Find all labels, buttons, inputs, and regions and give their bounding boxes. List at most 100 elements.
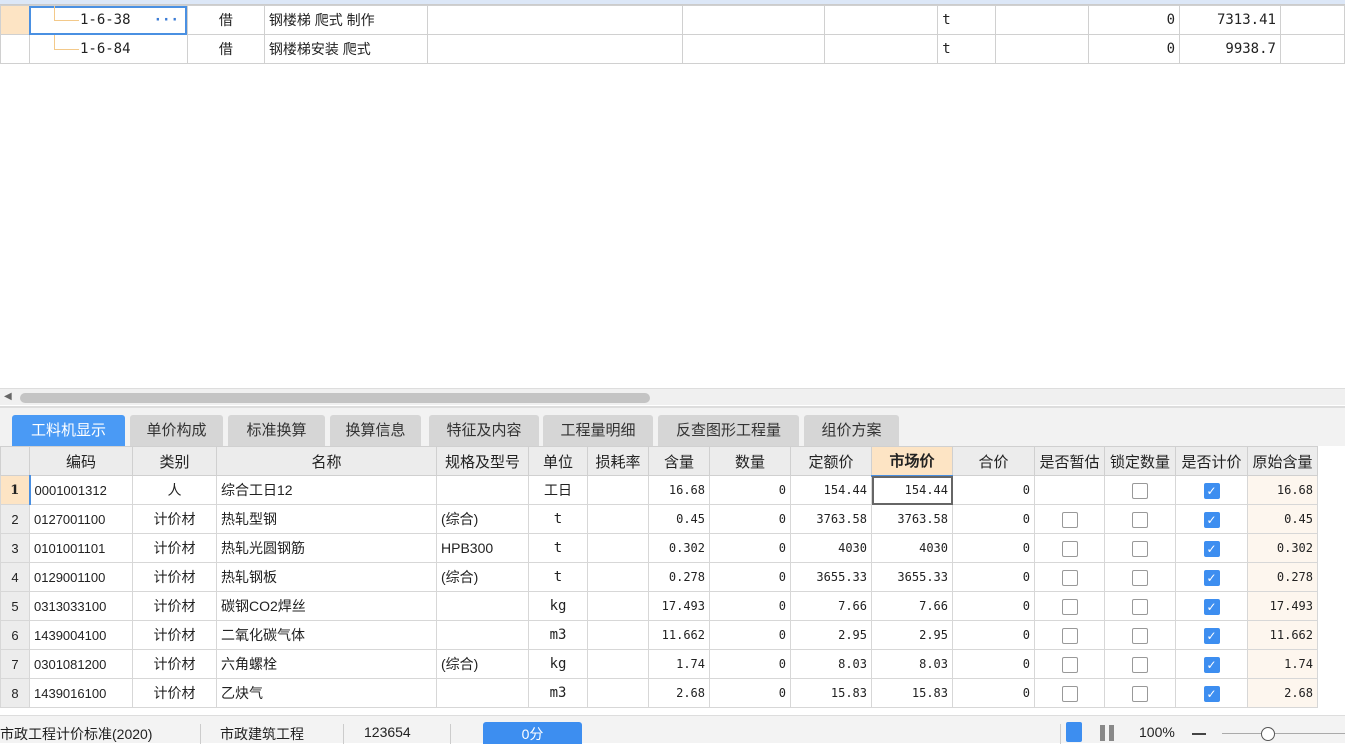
total-price[interactable]: 0 [952, 678, 1035, 708]
resource-unit[interactable]: m3 [528, 678, 588, 708]
zoom-slider-thumb[interactable] [1261, 727, 1275, 741]
resource-code[interactable]: 0127001100 [29, 504, 133, 534]
checkbox-cell[interactable] [1034, 504, 1105, 534]
row-indicator[interactable] [0, 34, 30, 64]
resource-row[interactable]: 4 0129001100 计价材 热轧钢板 (综合) t 0.278 0 3655.33 3655… [0, 562, 1318, 592]
original-content[interactable]: 16.68 [1247, 475, 1318, 505]
column-header[interactable]: 损耗率 [587, 446, 649, 476]
market-price[interactable]: 15.83 [871, 678, 953, 708]
resource-name[interactable]: 热轧型钢 [216, 504, 437, 534]
loss-rate[interactable] [587, 678, 649, 708]
column-header[interactable]: 市场价 [871, 446, 953, 477]
item-code-cell[interactable]: 1-6-84 [28, 34, 188, 64]
item-name[interactable]: 钢楼梯 爬式 制作 [263, 5, 428, 35]
resource-code[interactable]: 0001001312 [28, 475, 133, 505]
checkbox-cell[interactable]: ✓ [1175, 649, 1248, 679]
resource-spec[interactable] [436, 591, 529, 621]
column-header[interactable]: 原始含量 [1247, 446, 1318, 476]
checkbox-cell[interactable]: ✓ [1175, 620, 1248, 650]
resource-spec[interactable]: (综合) [436, 504, 529, 534]
resource-unit[interactable]: t [528, 562, 588, 592]
checkbox-checked[interactable]: ✓ [1203, 656, 1220, 673]
quota-price[interactable]: 8.03 [790, 649, 872, 679]
checkbox-unchecked[interactable] [1061, 598, 1078, 615]
zoom-slider[interactable] [1222, 733, 1345, 734]
column-header[interactable]: 锁定数量 [1104, 446, 1176, 476]
column-header[interactable]: 定额价 [790, 446, 872, 476]
resource-name[interactable]: 六角螺栓 [216, 649, 437, 679]
checkbox-cell[interactable] [1034, 475, 1105, 505]
original-content[interactable]: 0.45 [1247, 504, 1318, 534]
item-name[interactable]: 钢楼梯安装 爬式 [263, 34, 428, 64]
resource-row[interactable]: 5 0313033100 计价材 碳钢CO2焊丝 kg 17.493 0 7.66 7.66 0 ✓… [0, 591, 1318, 621]
resource-category[interactable]: 计价材 [132, 504, 217, 534]
empty-cell[interactable] [1279, 34, 1345, 64]
quantity[interactable]: 0 [709, 533, 791, 563]
checkbox-unchecked[interactable] [1061, 656, 1078, 673]
checkbox-checked[interactable]: ✓ [1203, 685, 1220, 702]
item-price[interactable]: 9938.7 [1179, 34, 1281, 64]
row-number[interactable]: 6 [0, 620, 30, 650]
resource-category[interactable]: 计价材 [132, 649, 217, 679]
total-price[interactable]: 0 [952, 475, 1035, 505]
tab-1[interactable]: 工料机显示 [12, 415, 125, 446]
checkbox-checked[interactable]: ✓ [1203, 598, 1220, 615]
row-number[interactable]: 4 [0, 562, 30, 592]
resource-spec[interactable] [436, 620, 529, 650]
resource-row[interactable]: 8 1439016100 计价材 乙炔气 m3 2.68 0 15.83 15.83 0 ✓ 2.68 [0, 678, 1318, 708]
loss-rate[interactable] [587, 591, 649, 621]
loss-rate[interactable] [587, 504, 649, 534]
checkbox-cell[interactable] [1034, 649, 1105, 679]
checkbox-unchecked[interactable] [1061, 511, 1078, 528]
tab-4[interactable]: 换算信息 [330, 415, 421, 446]
tab-7[interactable]: 反查图形工程量 [658, 415, 799, 446]
resource-unit[interactable]: t [528, 504, 588, 534]
loss-rate[interactable] [587, 562, 649, 592]
market-price[interactable]: 154.44 [871, 475, 953, 505]
row-number[interactable]: 2 [0, 504, 30, 534]
checkbox-unchecked[interactable] [1132, 656, 1148, 673]
checkbox-cell[interactable]: ✓ [1175, 562, 1248, 592]
row-indicator[interactable] [0, 5, 30, 35]
content[interactable]: 0.278 [648, 562, 710, 592]
empty-cell[interactable] [824, 5, 939, 35]
total-price[interactable]: 0 [952, 562, 1035, 592]
split-view-icon[interactable] [1100, 725, 1114, 741]
tab-3[interactable]: 标准换算 [228, 415, 325, 446]
checkbox-unchecked[interactable] [1061, 569, 1078, 586]
quantity[interactable]: 0 [709, 620, 791, 650]
resource-name[interactable]: 乙炔气 [216, 678, 437, 708]
column-header[interactable]: 含量 [648, 446, 710, 476]
column-header[interactable]: 是否暂估 [1034, 446, 1105, 476]
zoom-out-icon[interactable] [1192, 733, 1206, 735]
row-number[interactable]: 3 [0, 533, 30, 563]
row-number[interactable]: 7 [0, 649, 30, 679]
resource-name[interactable]: 碳钢CO2焊丝 [216, 591, 437, 621]
row-number[interactable]: 1 [0, 475, 30, 505]
checkbox-checked[interactable]: ✓ [1203, 627, 1220, 644]
tab-2[interactable]: 单价构成 [130, 415, 223, 446]
resource-name[interactable]: 热轧光圆钢筋 [216, 533, 437, 563]
market-price[interactable]: 4030 [871, 533, 953, 563]
quantity[interactable]: 0 [709, 678, 791, 708]
column-header[interactable]: 类别 [132, 446, 217, 476]
total-price[interactable]: 0 [952, 620, 1035, 650]
column-header[interactable]: 是否计价 [1175, 446, 1248, 476]
row-number[interactable]: 5 [0, 591, 30, 621]
loss-rate[interactable] [587, 620, 649, 650]
list-view-icon[interactable] [1066, 722, 1082, 742]
item-quantity[interactable]: 0 [1088, 5, 1181, 35]
market-price[interactable]: 3655.33 [871, 562, 953, 592]
checkbox-unchecked[interactable] [1132, 540, 1148, 557]
checkbox-unchecked[interactable] [1061, 685, 1078, 702]
total-price[interactable]: 0 [952, 649, 1035, 679]
checkbox-cell[interactable] [1104, 649, 1176, 679]
content[interactable]: 17.493 [648, 591, 710, 621]
column-header[interactable]: 编码 [29, 446, 133, 476]
checkbox-cell[interactable] [1034, 562, 1105, 592]
loss-rate[interactable] [587, 649, 649, 679]
resource-unit[interactable]: 工日 [528, 475, 588, 505]
resource-unit[interactable]: t [528, 533, 588, 563]
checkbox-cell[interactable] [1104, 678, 1176, 708]
checkbox-checked[interactable]: ✓ [1203, 511, 1220, 528]
